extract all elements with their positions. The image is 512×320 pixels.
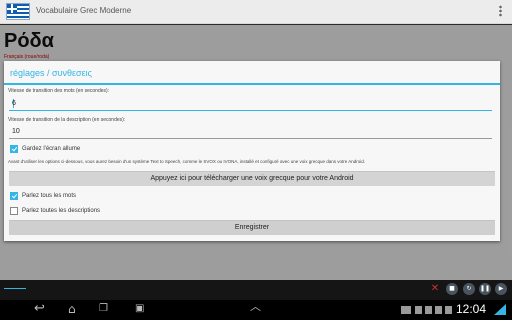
wifi-icon	[494, 304, 506, 315]
screen-on-checkbox[interactable]	[10, 145, 18, 153]
desc-delay-value: 10	[12, 128, 20, 135]
close-icon[interactable]: ✕	[429, 283, 441, 295]
progress-line	[4, 288, 26, 289]
notification-icon	[445, 306, 452, 314]
speak-words-checkbox[interactable]	[10, 192, 18, 200]
notification-icon	[435, 306, 442, 314]
desc-delay-input[interactable]: 10	[9, 125, 492, 139]
status-clock: 12:04	[455, 302, 486, 316]
app-title: Vocabulaire Grec Moderne	[36, 6, 132, 15]
overflow-menu-icon[interactable]	[499, 5, 502, 17]
recent-apps-icon[interactable]: ❐	[99, 302, 108, 316]
tts-info-text: Avant d'utiliser les options ci-dessous,…	[8, 159, 365, 164]
screen-on-label: Gardez l'écran allume	[22, 146, 81, 152]
speak-words-label: Parlez tous les mots	[22, 193, 77, 199]
repeat-icon[interactable]: ↻	[463, 283, 475, 295]
action-bar: Vocabulaire Grec Moderne	[0, 0, 512, 24]
notification-icon	[415, 306, 422, 314]
save-button[interactable]: Enregistrer	[9, 220, 495, 235]
notification-icon	[425, 306, 432, 314]
speak-desc-checkbox[interactable]	[10, 207, 18, 215]
desc-delay-label: Vitesse de transition de la description …	[8, 117, 126, 123]
word-delay-value: 6	[12, 100, 16, 107]
keyboard-icon	[401, 306, 411, 314]
word-delay-input[interactable]: 6	[9, 97, 492, 111]
word-delay-label: Vitesse de transition des mots (en secon…	[8, 88, 110, 94]
up-arrow-icon[interactable]: ︿	[250, 300, 261, 314]
download-voice-button[interactable]: Appuyez ici pour télécharger une voix gr…	[9, 171, 495, 186]
greek-flag-icon[interactable]	[6, 3, 30, 20]
dialog-title: réglages / συνθεσεις	[10, 68, 92, 78]
home-icon[interactable]: ⌂	[68, 302, 76, 316]
speak-desc-label: Parlez toutes les descriptions	[22, 208, 101, 214]
settings-dialog: réglages / συνθεσεις Vitesse de transiti…	[4, 61, 500, 241]
back-icon[interactable]: ↩	[34, 302, 45, 316]
screenshot-icon[interactable]: ▣	[135, 302, 144, 316]
pause-icon[interactable]: ❚❚	[479, 283, 491, 295]
stop-icon[interactable]: ■	[446, 283, 458, 295]
dialog-title-divider	[4, 83, 500, 85]
play-icon[interactable]: ▶	[495, 283, 507, 295]
